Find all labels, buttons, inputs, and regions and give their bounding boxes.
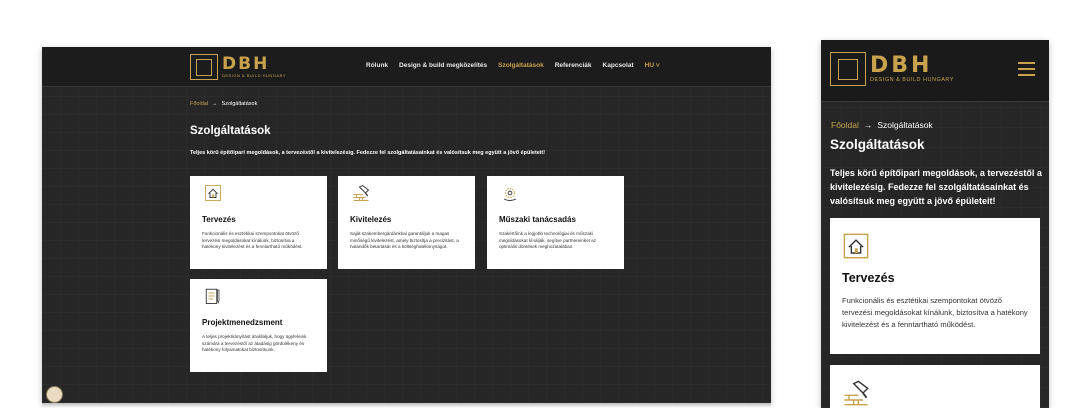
clipboard-pen-icon [205,288,220,304]
service-title: Tervezés [202,215,236,224]
house-plan-icon [205,185,221,201]
nav-item-design-build[interactable]: Design & build megközelítés [399,62,487,69]
gear-head-icon [503,187,517,201]
site-header: DBH DESIGN & BUILD HUNGARY Rólunk Design… [42,47,771,87]
cookie-icon[interactable] [46,386,63,403]
service-card-tervezes[interactable]: Tervezés Funkcionális és esztétikai szem… [830,218,1040,354]
logo-wordmark: DBH [870,53,933,78]
nav-item-rolunk[interactable]: Rólunk [366,62,388,69]
service-description: Saját szakembergárdánkkal garantáljuk a … [350,231,459,249]
logo-tagline: DESIGN & BUILD HUNGARY [222,73,287,78]
house-plan-icon [843,233,869,259]
language-label: HU [644,62,655,69]
showcase-stage: DBH DESIGN & BUILD HUNGARY Rólunk Design… [0,0,1072,408]
service-description: A teljes projektirányítást átvállaljuk, … [202,334,307,352]
breadcrumb-current: Szolgáltatások [221,101,258,107]
service-description: Funkcionális és esztétikai szempontokat … [202,231,303,249]
service-title: Műszaki tanácsadás [499,215,576,224]
breadcrumb-current: Szolgáltatások [877,120,933,130]
logo-mark-icon [190,54,218,80]
site-logo[interactable]: DBH DESIGN & BUILD HUNGARY [830,52,954,86]
breadcrumb-home[interactable]: Főoldal [190,101,208,107]
service-description: Szakértőink a legjobb technológiai és mű… [499,231,597,249]
page-title: Szolgáltatások [830,137,925,152]
language-selector[interactable]: HU ˅ [645,62,660,69]
hamburger-menu-icon[interactable] [1018,62,1035,76]
breadcrumb-home[interactable]: Főoldal [831,120,859,130]
breadcrumb-arrow-icon: → [863,120,873,130]
mobile-preview: DBH DESIGN & BUILD HUNGARY Főoldal → Szo… [821,40,1049,408]
brick-trowel-icon [844,380,869,406]
chevron-down-icon: ˅ [654,62,660,69]
breadcrumb: Főoldal → Szolgáltatások [190,101,257,107]
site-logo[interactable]: DBH DESIGN & BUILD HUNGARY [190,54,286,80]
page-title: Szolgáltatások [190,125,271,137]
service-card-kivitelezes[interactable]: Kivitelezés Saját szakembergárdánkkal ga… [338,176,475,269]
breadcrumb-arrow-icon: → [212,101,218,107]
nav-item-szolgaltatasok[interactable]: Szolgáltatások [498,62,544,69]
service-title: Tervezés [842,271,895,285]
service-description: Funkcionális és esztétikai szempontokat … [842,296,1028,329]
nav-item-kapcsolat[interactable]: Kapcsolat [603,62,634,69]
logo-tagline: DESIGN & BUILD HUNGARY [870,77,954,83]
service-card-tervezes[interactable]: Tervezés Funkcionális és esztétikai szem… [190,176,327,269]
desktop-shadow [42,403,771,408]
service-card-kivitelezes[interactable] [830,365,1040,408]
service-card-muszaki-tanacsadas[interactable]: Műszaki tanácsadás Szakértőink a legjobb… [487,176,624,269]
service-title: Kivitelezés [350,215,392,224]
logo-wordmark: DBH [222,54,270,74]
service-card-projektmenedzsment[interactable]: Projektmenedzsment A teljes projektirány… [190,279,327,372]
mobile-header: DBH DESIGN & BUILD HUNGARY [821,40,1049,102]
service-title: Projektmenedzsment [202,318,283,327]
desktop-preview: DBH DESIGN & BUILD HUNGARY Rólunk Design… [42,47,771,403]
page-intro: Teljes körű építőipari megoldások, a ter… [830,168,1042,206]
brick-trowel-icon [353,184,370,201]
main-nav: Rólunk Design & build megközelítés Szolg… [366,62,660,69]
logo-mark-icon [830,52,866,86]
nav-item-referenciak[interactable]: Referenciák [555,62,592,69]
breadcrumb: Főoldal → Szolgáltatások [831,120,933,130]
page-intro: Teljes körű építőipari megoldások, a ter… [190,150,546,156]
